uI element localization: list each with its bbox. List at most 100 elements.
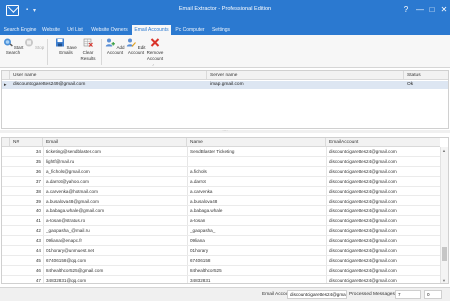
email-name-cell[interactable]: 34832831 xyxy=(190,276,323,283)
email-number-cell[interactable]: 34 xyxy=(10,147,41,157)
table-row[interactable]: 37 a.darrot@yahoo.com a.darrot discountciga… xyxy=(2,177,440,187)
email-account-cell[interactable]: discountcigarettes24@gmail.com xyxy=(329,177,439,187)
email-address-cell[interactable]: 84healthcor525@gmail.com xyxy=(46,266,184,276)
scrollbar-thumb[interactable] xyxy=(442,247,447,261)
account-user-cell[interactable]: discountcgarettes249@gmail.com xyxy=(10,81,207,89)
email-account-cell[interactable]: discountcigarettes24@gmail.com xyxy=(329,167,439,177)
email-number-cell[interactable]: 38 xyxy=(10,187,41,197)
email-address-cell[interactable]: a-tosan@stratus.ro xyxy=(46,216,184,226)
email-number-cell[interactable]: 37 xyxy=(10,177,41,187)
email-number-cell[interactable]: 36 xyxy=(10,167,41,177)
column-header-email-account[interactable]: EmailAccount xyxy=(326,138,440,147)
tab-email-accounts[interactable]: Email Accounts xyxy=(132,25,171,35)
stop-button[interactable]: Stop xyxy=(23,38,45,65)
splitter-handle[interactable]: ···· xyxy=(0,129,450,133)
group-launcher-icon[interactable]: ⌟ xyxy=(152,61,154,66)
help-button[interactable]: ? xyxy=(399,3,413,17)
email-account-cell[interactable]: discountcigarettes24@gmail.com xyxy=(329,206,439,216)
email-account-cell[interactable]: discountcigarettes24@gmail.com xyxy=(329,157,439,167)
email-account-cell[interactable]: discountcigarettes24@gmail.com xyxy=(329,246,439,256)
email-number-cell[interactable]: 43 xyxy=(10,236,41,246)
tab-website[interactable]: Website xyxy=(40,25,62,35)
tab-pc-computer[interactable]: Pc Computer xyxy=(172,25,208,35)
email-account-cell[interactable]: discountcigarettes24@gmail.com xyxy=(329,147,439,157)
tab-search-engine[interactable]: Search Engine xyxy=(2,25,38,35)
table-row[interactable]: 44 01horary@unmuest.net 01horary discountci… xyxy=(2,246,440,256)
start-search-button[interactable]: Start Search xyxy=(2,38,24,65)
account-server-cell[interactable]: imap.gmail.com xyxy=(207,81,404,89)
email-address-cell[interactable]: a.babaga.whale@gmail.com xyxy=(46,206,184,216)
table-row[interactable]: 45 67406158@qq.com 67406158 discountcigaret… xyxy=(2,256,440,266)
email-name-cell[interactable]: 09liana xyxy=(190,236,323,246)
email-address-cell[interactable]: 34832831@qq.com xyxy=(46,276,184,283)
email-name-cell[interactable]: 84healthcor525 xyxy=(190,266,323,276)
column-header-server-name[interactable]: Server name xyxy=(207,71,404,80)
email-number-cell[interactable]: 47 xyxy=(10,276,41,283)
email-address-cell[interactable]: 01horary@unmuest.net xyxy=(46,246,184,256)
email-number-cell[interactable]: 40 xyxy=(10,206,41,216)
email-number-cell[interactable]: 42 xyxy=(10,226,41,236)
email-number-cell[interactable]: 41 xyxy=(10,216,41,226)
email-address-cell[interactable]: 67406158@qq.com xyxy=(46,256,184,266)
table-row[interactable]: 34 ticketing@sendblaster.com SendBlaster T… xyxy=(2,147,440,157)
table-row[interactable]: 38 a.carvenka@hotmail.com a.carvenka discou… xyxy=(2,187,440,197)
email-name-cell[interactable]: _gaopasha_ xyxy=(190,226,323,236)
email-name-cell[interactable]: a.babaga.whale xyxy=(190,206,323,216)
table-row[interactable]: 40 a.babaga.whale@gmail.com a.babaga.whale… xyxy=(2,206,440,217)
email-address-cell[interactable]: ticketing@sendblaster.com xyxy=(46,147,184,157)
email-address-cell[interactable]: lightf@mail.ru xyxy=(46,157,184,167)
email-account-cell[interactable]: discountcigarettes24@gmail.com xyxy=(329,197,439,207)
close-button[interactable]: ✕ xyxy=(437,3,450,17)
email-number-cell[interactable]: 35 xyxy=(10,157,41,167)
email-number-cell[interactable]: 39 xyxy=(10,197,41,207)
email-address-cell[interactable]: a_fichols@gmail.com xyxy=(46,167,184,177)
email-address-cell[interactable]: 09liana@enapc.fr xyxy=(46,236,184,246)
remove-account-button[interactable]: Remove Account xyxy=(143,38,167,65)
tab-website-owners[interactable]: Website Owners xyxy=(89,25,130,35)
email-account-cell[interactable]: discountcigarettes24@gmail.com xyxy=(329,266,439,276)
vertical-scrollbar[interactable]: ▲ ▼ xyxy=(440,147,448,283)
email-name-cell[interactable]: 01horary xyxy=(190,246,323,256)
scroll-up-icon[interactable]: ▲ xyxy=(442,148,446,153)
account-status-cell[interactable]: Ok xyxy=(404,81,444,89)
column-header-number[interactable]: N# xyxy=(10,138,43,147)
email-number-cell[interactable]: 46 xyxy=(10,266,41,276)
table-row[interactable]: 35 lightf@mail.ru discountcigarettes24@gma… xyxy=(2,157,440,167)
email-number-cell[interactable]: 44 xyxy=(10,246,41,256)
table-row[interactable]: 47 34832831@qq.com 34832831 discountcigaret… xyxy=(2,276,440,283)
email-address-cell[interactable]: _gaopasha_@mail.ru xyxy=(46,226,184,236)
email-name-cell[interactable]: a.carvenka xyxy=(190,187,323,197)
tab-settings[interactable]: Settings xyxy=(209,25,233,35)
table-row[interactable]: 43 09liana@enapc.fr 09liana discountcigaret… xyxy=(2,236,440,246)
table-row[interactable]: 39 a.busalova48@gmail.com a.busalova48 disc… xyxy=(2,197,440,207)
table-row[interactable]: 46 84healthcor525@gmail.com 84healthcor525… xyxy=(2,266,440,276)
email-name-cell[interactable]: a.fichols xyxy=(190,167,323,177)
email-account-cell[interactable]: discountcigarettes24@gmail.com xyxy=(329,236,439,246)
table-row[interactable]: 36 a_fichols@gmail.com a.fichols discountci… xyxy=(2,167,440,177)
save-emails-button[interactable]: Save Emails xyxy=(55,38,77,65)
email-name-cell[interactable]: SendBlaster Ticketing xyxy=(190,147,323,157)
email-account-cell[interactable]: discountcigarettes24@gmail.com xyxy=(329,216,439,226)
email-address-cell[interactable]: a.carvenka@hotmail.com xyxy=(46,187,184,197)
email-account-cell[interactable]: discountcigarettes24@gmail.com xyxy=(329,276,439,283)
email-number-cell[interactable]: 45 xyxy=(10,256,41,266)
table-row[interactable]: 41 a-tosan@stratus.ro a-tosan discountcigar… xyxy=(2,216,440,227)
column-header-email[interactable]: Email xyxy=(43,138,187,147)
clear-results-button[interactable]: Clear Results xyxy=(77,38,99,65)
email-address-cell[interactable]: a.darrot@yahoo.com xyxy=(46,177,184,187)
scroll-down-icon[interactable]: ▼ xyxy=(442,278,446,283)
column-header-status[interactable]: Status xyxy=(404,71,448,80)
add-account-button[interactable]: Add Account xyxy=(104,38,126,65)
email-name-cell[interactable]: a-tosan xyxy=(190,216,323,226)
tab-url-list[interactable]: Url List xyxy=(64,25,86,35)
column-header-name[interactable]: Name xyxy=(187,138,326,147)
email-name-cell[interactable]: a.busalova48 xyxy=(190,197,323,207)
email-name-cell[interactable]: a.darrot xyxy=(190,177,323,187)
email-account-cell[interactable]: discountcigarettes24@gmail.com xyxy=(329,256,439,266)
email-address-cell[interactable]: a.busalova48@gmail.com xyxy=(46,197,184,207)
email-name-cell[interactable]: 67406158 xyxy=(190,256,323,266)
email-account-cell[interactable]: discountcigarettes24@gmail.com xyxy=(329,226,439,236)
column-header-user-name[interactable]: User name xyxy=(10,71,207,80)
email-name-cell[interactable] xyxy=(190,157,323,167)
table-row[interactable]: 42 _gaopasha_@mail.ru _gaopasha_ discountci… xyxy=(2,226,440,237)
